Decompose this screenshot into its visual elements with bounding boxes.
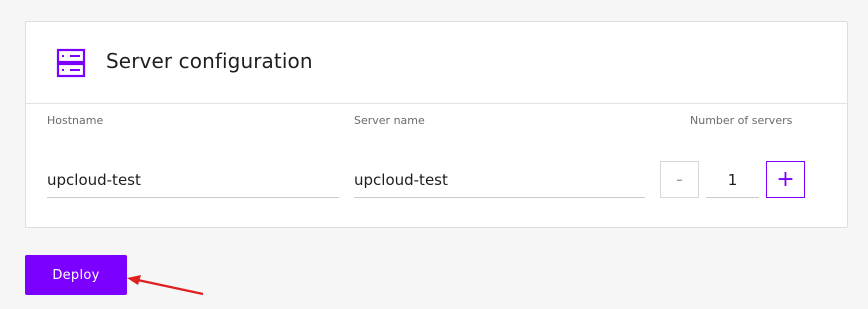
card-title: Server configuration bbox=[106, 49, 313, 73]
server-icon bbox=[56, 48, 86, 78]
increment-button[interactable]: + bbox=[766, 161, 805, 198]
hostname-input[interactable]: upcloud-test bbox=[47, 161, 339, 198]
hostname-label: Hostname bbox=[47, 114, 104, 127]
annotation-arrow bbox=[127, 275, 204, 296]
server-count-input[interactable]: 1 bbox=[706, 161, 759, 198]
server-count-label: Number of servers bbox=[690, 114, 793, 127]
card-header: Server configuration bbox=[26, 22, 847, 104]
decrement-button[interactable]: - bbox=[660, 161, 699, 198]
server-name-input[interactable]: upcloud-test bbox=[354, 161, 645, 198]
server-name-label: Server name bbox=[354, 114, 425, 127]
deploy-button[interactable]: Deploy bbox=[25, 255, 127, 295]
